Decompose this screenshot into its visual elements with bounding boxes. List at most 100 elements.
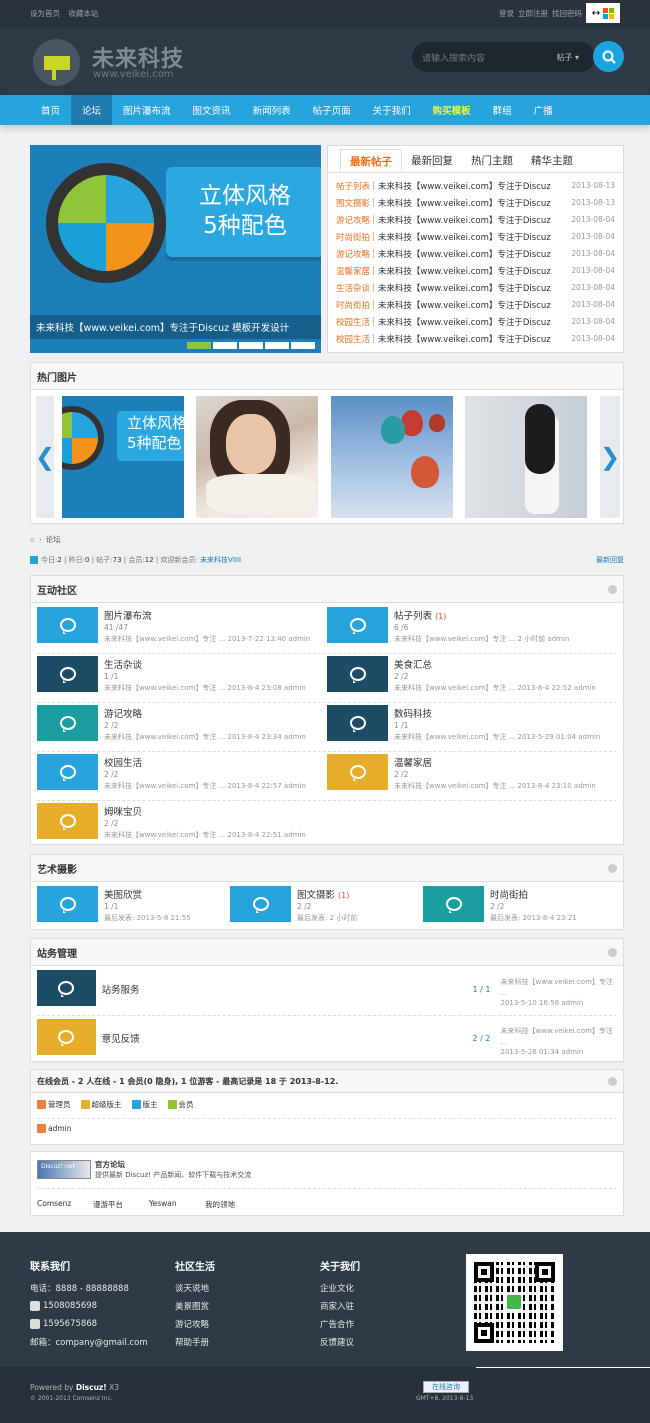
footer-link[interactable]: 企业文化 (320, 1279, 360, 1297)
forum-icon[interactable] (37, 970, 96, 1006)
nav-groups[interactable]: 群组 (482, 95, 523, 125)
forum-item[interactable]: 校园生活 2 /2 未来科技【www.veikei.com】专注 ... 201… (37, 754, 306, 791)
post-title[interactable]: 未来科技【www.veikei.com】专注于Discuz (378, 180, 572, 192)
newest-member-link[interactable]: 未来科技VIIII (200, 555, 241, 565)
forum-last-post[interactable]: 未来科技【www.veikei.com】专注 ... (501, 1026, 617, 1047)
nav-home[interactable]: 首页 (30, 95, 71, 125)
search-type-select[interactable]: 帖子 ▾ (556, 52, 579, 63)
forum-name[interactable]: 数码科技 (394, 709, 432, 720)
post-title[interactable]: 未来科技【www.veikei.com】专注于Discuz (378, 265, 572, 277)
slider-dot[interactable] (265, 342, 289, 349)
forum-last-post[interactable]: 未来科技【www.veikei.com】专注 ... 2 小时前 admin (394, 634, 569, 644)
nav-broadcast[interactable]: 广播 (523, 95, 564, 125)
forum-item[interactable]: 图文摄影 (1) 2 /2 最后发表: 2 小时前 (230, 886, 357, 923)
footer-link[interactable]: 谈天说地 (175, 1279, 215, 1297)
footer-qq-2[interactable]: 1595675868 (30, 1315, 148, 1333)
bookmark-link[interactable]: 收藏本站 (68, 9, 98, 18)
link-yeswan[interactable]: Yeswan (149, 1199, 205, 1210)
latest-post-item[interactable]: 帖子列表 | 未来科技【www.veikei.com】专注于Discuz 2013-0… (336, 177, 615, 194)
footer-link[interactable]: 商家入驻 (320, 1297, 360, 1315)
nav-news-list[interactable]: 新闻列表 (242, 95, 302, 125)
forum-last-post[interactable]: 未来科技【www.veikei.com】专注 ... 2013-8-4 22:5… (104, 781, 306, 791)
discuz-link[interactable]: Discuz! (76, 1383, 107, 1392)
post-category[interactable]: 时尚街拍 (336, 231, 370, 243)
search-button[interactable] (593, 41, 624, 72)
forum-icon[interactable] (37, 886, 98, 922)
forum-name[interactable]: 站务服务 (102, 970, 390, 1009)
post-category[interactable]: 帖子列表 (336, 180, 370, 192)
latest-post-item[interactable]: 时尚街拍 | 未来科技【www.veikei.com】专注于Discuz 2013-0… (336, 296, 615, 313)
forum-last-post[interactable]: 未来科技【www.veikei.com】专注 ... 2013-8-4 23:3… (104, 732, 306, 742)
forum-last-post[interactable]: 最后发表: 2013-8-4 23:21 (490, 913, 577, 923)
post-category[interactable]: 温馨家居 (336, 265, 370, 277)
post-category[interactable]: 图文摄影 (336, 197, 370, 209)
forum-icon[interactable] (37, 1019, 96, 1055)
set-home-link[interactable]: 设为首页 (30, 9, 60, 18)
post-title[interactable]: 未来科技【www.veikei.com】专注于Discuz (378, 214, 572, 226)
forum-icon[interactable] (327, 705, 388, 741)
hot-image-4[interactable] (465, 396, 587, 518)
forum-icon[interactable] (37, 705, 98, 741)
post-category[interactable]: 游记攻略 (336, 214, 370, 226)
forum-name[interactable]: 姆咪宝贝 (104, 807, 142, 818)
nav-about[interactable]: 关于我们 (362, 95, 422, 125)
search-box[interactable]: 请输入搜索内容 帖子 ▾ (412, 42, 595, 72)
forum-item[interactable]: 姆咪宝贝 2 /2 未来科技【www.veikei.com】专注 ... 201… (37, 803, 306, 840)
post-category[interactable]: 生活杂谈 (336, 282, 370, 294)
slider-dot[interactable] (239, 342, 263, 349)
forum-last-post[interactable]: 最后发表: 2 小时前 (297, 913, 357, 923)
forum-row[interactable]: 站务服务 1 / 1 未来科技【www.veikei.com】专注 ... 201… (37, 970, 617, 1009)
forum-icon[interactable] (37, 656, 98, 692)
forum-last-post[interactable]: 未来科技【www.veikei.com】专注 ... 2013-5-29 01:… (394, 732, 600, 742)
footer-qq-1[interactable]: 1508085698 (30, 1297, 148, 1315)
forum-item[interactable]: 游记攻略 2 /2 未来科技【www.veikei.com】专注 ... 201… (37, 705, 306, 742)
post-title[interactable]: 未来科技【www.veikei.com】专注于Discuz (378, 248, 572, 260)
tab-digest[interactable]: 精华主题 (522, 146, 582, 172)
latest-reply-link[interactable]: 最新回复 (596, 555, 624, 565)
footer-link[interactable]: 广告合作 (320, 1315, 360, 1333)
link-manyou[interactable]: 漫游平台 (93, 1199, 149, 1210)
forum-name[interactable]: 时尚街拍 (490, 890, 528, 901)
post-title[interactable]: 未来科技【www.veikei.com】专注于Discuz (378, 333, 572, 345)
forum-icon[interactable] (37, 803, 98, 839)
forum-icon[interactable] (327, 754, 388, 790)
collapse-icon[interactable] (608, 863, 617, 873)
prev-arrow-icon[interactable]: ❮ (35, 396, 55, 518)
link-comsenz[interactable]: Comsenz (37, 1199, 93, 1210)
find-password-link[interactable]: 找回密码 (552, 8, 582, 19)
latest-post-item[interactable]: 校园生活 | 未来科技【www.veikei.com】专注于Discuz 2013-0… (336, 313, 615, 330)
signpost-logo-icon[interactable] (33, 39, 80, 86)
forum-icon[interactable] (327, 607, 388, 643)
nav-waterfall[interactable]: 图片瀑布流 (112, 95, 182, 125)
footer-link[interactable]: 美景图赏 (175, 1297, 215, 1315)
collapse-icon[interactable] (608, 947, 617, 957)
forum-last-post[interactable]: 未来科技【www.veikei.com】专注 ... (501, 977, 617, 998)
collapse-icon[interactable] (608, 1076, 617, 1086)
breadcrumb-forum[interactable]: 论坛 (46, 534, 61, 545)
forum-icon[interactable] (37, 607, 98, 643)
latest-post-item[interactable]: 温馨家居 | 未来科技【www.veikei.com】专注于Discuz 2013-0… (336, 262, 615, 279)
latest-post-item[interactable]: 校园生活 | 未来科技【www.veikei.com】专注于Discuz 2013-0… (336, 330, 615, 347)
forum-name[interactable]: 美图欣赏 (104, 890, 142, 901)
post-category[interactable]: 游记攻略 (336, 248, 370, 260)
post-category[interactable]: 校园生活 (336, 333, 370, 345)
forum-item[interactable]: 时尚街拍 2 /2 最后发表: 2013-8-4 23:21 (423, 886, 577, 923)
post-title[interactable]: 未来科技【www.veikei.com】专注于Discuz (378, 197, 572, 209)
forum-last-post[interactable]: 未来科技【www.veikei.com】专注 ... 2013-8-4 23:0… (104, 683, 306, 693)
slider-dot[interactable] (213, 342, 237, 349)
next-arrow-icon[interactable]: ❯ (600, 396, 620, 518)
forum-icon[interactable] (37, 754, 98, 790)
footer-link[interactable]: 反馈建议 (320, 1333, 360, 1351)
search-input[interactable]: 请输入搜索内容 (422, 51, 485, 64)
forum-name[interactable]: 生活杂谈 (104, 660, 142, 671)
post-title[interactable]: 未来科技【www.veikei.com】专注于Discuz (378, 316, 572, 328)
tab-latest-replies[interactable]: 最新回复 (402, 146, 462, 172)
forum-item[interactable]: 美食汇总 2 /2 未来科技【www.veikei.com】专注 ... 201… (327, 656, 596, 693)
collapse-icon[interactable] (608, 584, 617, 594)
forum-name[interactable]: 图文摄影 (297, 890, 335, 901)
hot-image-1[interactable]: 立体风格 5种配色 (62, 396, 184, 518)
latest-post-item[interactable]: 游记攻略 | 未来科技【www.veikei.com】专注于Discuz 2013-0… (336, 211, 615, 228)
forum-last-post[interactable]: 最后发表: 2013-5-8 21:55 (104, 913, 191, 923)
forum-item[interactable]: 数码科技 1 /1 未来科技【www.veikei.com】专注 ... 201… (327, 705, 600, 742)
login-link[interactable]: 登录 (499, 8, 514, 19)
